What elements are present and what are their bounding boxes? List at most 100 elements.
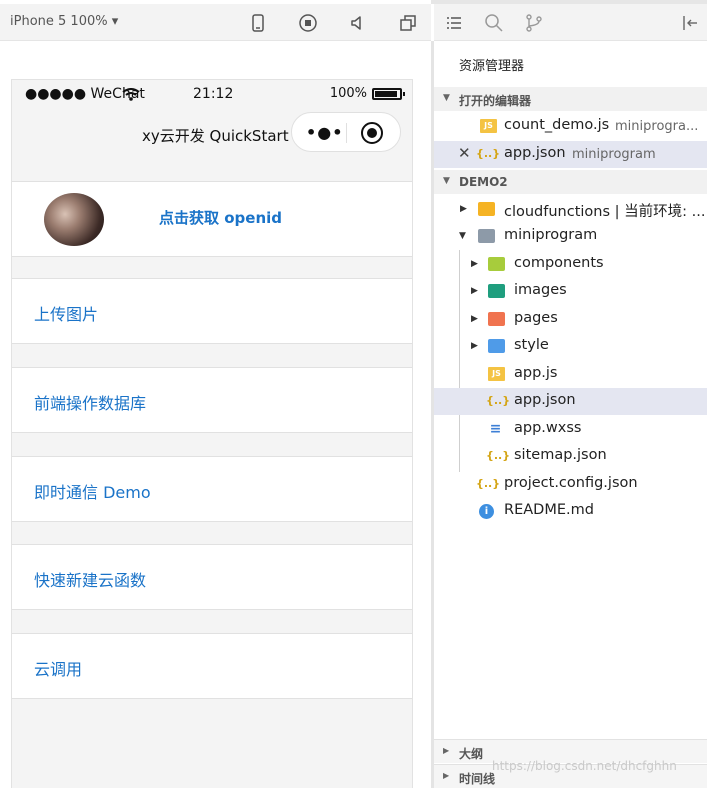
menu-item-im-demo[interactable]: 即时通信 Demo <box>12 456 412 522</box>
wifi-icon <box>122 88 140 105</box>
images-folder-icon <box>488 284 505 298</box>
open-editor-count-demo[interactable]: JS count_demo.js miniprogra... <box>434 113 707 140</box>
file-name: sitemap.json <box>514 447 607 463</box>
css-file-icon: ≡ <box>489 421 502 437</box>
tree-miniprogram[interactable]: ▼ miniprogram <box>434 223 707 250</box>
tree-app-wxss[interactable]: ≡ app.wxss <box>434 416 707 443</box>
record-icon[interactable] <box>298 13 318 33</box>
folder-name: components <box>514 255 604 271</box>
tree-app-js[interactable]: JS app.js <box>434 361 707 388</box>
phone-icon[interactable] <box>248 13 268 33</box>
close-icon[interactable]: ✕ <box>458 144 471 162</box>
explorer-panel: 资源管理器 ▼ 打开的编辑器 JS count_demo.js miniprog… <box>434 4 707 788</box>
file-path-hint: miniprogram <box>572 147 656 162</box>
explorer-title: 资源管理器 <box>459 59 525 74</box>
close-target-icon[interactable] <box>361 122 383 144</box>
menu-item-upload-image[interactable]: 上传图片 <box>12 278 412 344</box>
tree-project-config[interactable]: {..} project.config.json <box>434 471 707 498</box>
capsule-divider <box>346 123 347 143</box>
js-file-icon: JS <box>480 119 497 133</box>
collapse-icon[interactable] <box>680 13 700 37</box>
device-selector[interactable]: iPhone 5 100% ▾ <box>10 14 118 29</box>
phone-screen: ●●●●● WeChat 21:12 100% xy云开发 QuickStart… <box>11 79 413 788</box>
js-file-icon: JS <box>488 367 505 381</box>
file-name: app.wxss <box>514 420 582 436</box>
tree-style[interactable]: ▶ style <box>434 333 707 360</box>
folder-name: miniprogram <box>504 227 598 243</box>
status-bar: ●●●●● WeChat 21:12 100% <box>12 80 412 108</box>
tree-app-json[interactable]: {..} app.json <box>434 388 707 415</box>
explorer-toolbar <box>434 4 707 41</box>
folder-name: pages <box>514 310 558 326</box>
tree-images[interactable]: ▶ images <box>434 278 707 305</box>
battery-icon <box>372 88 405 100</box>
open-editors-header[interactable]: ▼ 打开的编辑器 <box>434 87 707 111</box>
menu-item-database[interactable]: 前端操作数据库 <box>12 367 412 433</box>
menu-item-label: 上传图片 <box>34 305 99 324</box>
tree-components[interactable]: ▶ components <box>434 251 707 278</box>
menu-item-label: 前端操作数据库 <box>34 394 147 413</box>
style-folder-icon <box>488 339 505 353</box>
caret-right-icon: ▶ <box>471 286 478 296</box>
file-name: app.json <box>504 145 566 161</box>
tree-sitemap-json[interactable]: {..} sitemap.json <box>434 443 707 470</box>
tree-cloudfunctions[interactable]: ▶ cloudfunctions | 当前环境: ... <box>434 196 707 223</box>
clock: 21:12 <box>193 86 234 102</box>
pages-folder-icon <box>488 312 505 326</box>
file-path-hint: miniprogra... <box>615 119 699 134</box>
simulator-panel: iPhone 5 100% ▾ ●●●●● WeChat 21:12 100% … <box>0 0 431 788</box>
folder-icon <box>478 229 495 243</box>
menu-item-label: 快速新建云函数 <box>34 571 147 590</box>
folder-name: style <box>514 337 549 353</box>
file-name: project.config.json <box>504 475 638 491</box>
folder-name: images <box>514 282 567 298</box>
menu-item-new-cloud-function[interactable]: 快速新建云函数 <box>12 544 412 610</box>
caret-right-icon: ▶ <box>460 204 467 214</box>
components-folder-icon <box>488 257 505 271</box>
menu-item-cloud-call[interactable]: 云调用 <box>12 633 412 699</box>
file-name: app.js <box>514 365 558 381</box>
avatar <box>44 193 104 246</box>
folder-name: cloudfunctions | 当前环境: ... <box>504 204 706 220</box>
speaker-icon[interactable] <box>348 13 368 33</box>
open-editor-app-json[interactable]: ✕ {..} app.json miniprogram <box>434 141 707 168</box>
file-name: app.json <box>514 392 576 408</box>
battery-label: 100% <box>329 86 367 101</box>
json-file-icon: {..} <box>476 477 501 490</box>
json-file-icon: {..} <box>476 147 501 160</box>
timeline-label: 时间线 <box>459 772 496 786</box>
list-icon[interactable] <box>444 13 464 37</box>
page-title: xy云开发 QuickStart <box>142 127 289 145</box>
cloud-folder-icon <box>478 202 495 216</box>
caret-down-icon: ▼ <box>443 93 450 103</box>
caret-right-icon: ▶ <box>443 746 450 755</box>
search-icon[interactable] <box>484 13 504 37</box>
project-header[interactable]: ▼ DEMO2 <box>434 170 707 194</box>
more-icon[interactable]: •●• <box>306 123 343 142</box>
menu-item-label: 即时通信 Demo <box>34 483 151 502</box>
json-file-icon: {..} <box>486 449 511 462</box>
info-icon: i <box>479 504 494 519</box>
caret-down-icon: ▼ <box>459 231 466 241</box>
watermark: https://blog.csdn.net/dhcfghhn <box>492 759 677 773</box>
json-file-icon: {..} <box>486 394 511 407</box>
caret-right-icon: ▶ <box>471 341 478 351</box>
caret-down-icon: ▼ <box>443 176 450 186</box>
menu-item-label: 云调用 <box>34 660 83 679</box>
caret-right-icon: ▶ <box>471 259 478 269</box>
get-openid-button[interactable]: 点击获取 openid <box>159 207 282 228</box>
capsule-menu[interactable]: •●• <box>291 112 401 152</box>
file-name: README.md <box>504 502 594 518</box>
branch-icon[interactable] <box>524 13 544 37</box>
caret-right-icon: ▶ <box>471 314 478 324</box>
simulator-toolbar: iPhone 5 100% ▾ <box>0 4 431 41</box>
window-icon[interactable] <box>398 13 418 33</box>
outline-label: 大纲 <box>459 747 484 761</box>
user-card: 点击获取 openid <box>12 181 412 257</box>
project-name: DEMO2 <box>459 175 508 189</box>
open-editors-label: 打开的编辑器 <box>459 94 532 108</box>
file-name: count_demo.js <box>504 117 610 133</box>
caret-right-icon: ▶ <box>443 771 450 780</box>
tree-readme[interactable]: i README.md <box>434 498 707 525</box>
tree-pages[interactable]: ▶ pages <box>434 306 707 333</box>
